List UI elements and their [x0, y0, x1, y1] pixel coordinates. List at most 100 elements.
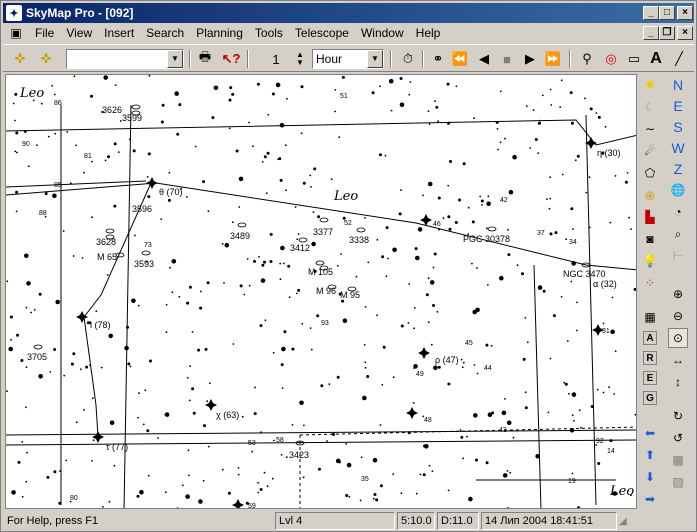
step-back-icon[interactable]: ◀ — [473, 49, 495, 69]
star — [157, 437, 159, 439]
mdi-restore-button[interactable]: ❐ — [659, 26, 675, 40]
document-icon[interactable]: ▣ — [7, 25, 25, 41]
minimize-button[interactable]: _ — [643, 6, 659, 20]
menu-view[interactable]: View — [60, 24, 98, 42]
shape-icon[interactable]: ⬠ — [640, 163, 660, 183]
menu-file[interactable]: File — [29, 24, 60, 42]
menu-telescope[interactable]: Telescope — [289, 24, 355, 42]
star — [554, 231, 558, 235]
resize-grip-icon[interactable]: ◢ — [619, 516, 627, 527]
crosshair-icon[interactable]: ✜ — [9, 49, 31, 69]
globe-icon[interactable]: 🌐 — [668, 180, 688, 200]
fast-rewind-icon[interactable]: ⏪ — [449, 49, 471, 69]
compass-icon[interactable]: ◔ — [668, 202, 688, 222]
context-help-icon[interactable]: ↖? — [220, 49, 242, 69]
stop-icon[interactable]: ■ — [496, 49, 518, 69]
texture-icon[interactable]: ▩ — [668, 450, 688, 470]
menu-help[interactable]: Help — [410, 24, 447, 42]
zoom-in-icon[interactable]: ⊕ — [668, 284, 688, 304]
flip-horizontal-icon[interactable]: ↔ — [668, 350, 688, 370]
arrow-down-icon[interactable]: ⬇ — [640, 467, 660, 487]
star — [614, 350, 617, 353]
find-icon[interactable]: ⌕ — [668, 224, 688, 244]
bar-chart-icon[interactable]: ▙ — [640, 207, 660, 227]
line-tool-icon[interactable]: ╱ — [668, 49, 690, 69]
star — [572, 228, 574, 231]
text-tool-icon[interactable]: A — [645, 49, 667, 69]
color-dots-icon[interactable]: ⁘ — [640, 273, 660, 293]
star — [241, 415, 244, 418]
star — [326, 440, 328, 442]
grid-icon[interactable]: ▦ — [640, 307, 660, 327]
star — [609, 221, 612, 224]
time-unit-select[interactable]: Hour ▼ — [312, 49, 384, 69]
mdi-close-button[interactable]: × — [677, 26, 693, 40]
star — [265, 192, 268, 194]
star — [232, 221, 234, 224]
camera-icon[interactable]: ◙ — [640, 229, 660, 249]
star — [54, 132, 57, 135]
sun-icon[interactable]: ✹ — [640, 75, 660, 95]
star — [75, 144, 78, 147]
direction-north[interactable]: N — [668, 74, 688, 95]
zoom-icon[interactable]: ⊙ — [668, 328, 688, 348]
star — [171, 291, 174, 294]
menu-window[interactable]: Window — [355, 24, 410, 42]
rotate-cw-icon[interactable]: ↻ — [668, 406, 688, 426]
mdi-minimize-button[interactable]: _ — [643, 26, 659, 40]
close-button[interactable]: × — [677, 6, 693, 20]
rotate-ccw-icon[interactable]: ↺ — [668, 428, 688, 448]
hatch-icon[interactable]: ▨ — [668, 472, 688, 492]
star — [371, 91, 375, 95]
zoom-out-icon[interactable]: ⊖ — [668, 306, 688, 326]
letter-r-button[interactable]: R — [643, 351, 657, 365]
direction-zenith[interactable]: Z — [668, 158, 688, 179]
chevron-down-icon[interactable]: ▼ — [367, 50, 383, 68]
title-bar[interactable]: ✦ SkyMap Pro - [092] _ □ × — [3, 3, 694, 23]
galaxy-marker — [141, 250, 151, 256]
arrow-right-icon[interactable]: ➡ — [640, 489, 660, 509]
star — [253, 259, 256, 263]
maximize-button[interactable]: □ — [659, 6, 675, 20]
star — [187, 449, 190, 452]
step-spinner[interactable]: ▲ ▼ — [289, 49, 311, 69]
clock-icon[interactable]: ⏱ — [397, 49, 419, 69]
print-icon[interactable]: 🖶 — [194, 49, 216, 69]
rectangle-icon[interactable]: ▭ — [623, 49, 645, 69]
sky-map[interactable]: Leo Leo Leo 3626 3599 θ (70) 3596 3489 3… — [5, 74, 637, 509]
star — [134, 234, 136, 237]
step-forward-icon[interactable]: ▶ — [519, 49, 541, 69]
letter-a-button[interactable]: A — [643, 331, 657, 345]
sky-chart-canvas[interactable]: Leo Leo Leo 3626 3599 θ (70) 3596 3489 3… — [6, 75, 637, 509]
link-icon[interactable]: ⚭ — [427, 49, 449, 69]
moon-icon[interactable]: ☾ — [640, 97, 660, 117]
letter-e-button[interactable]: E — [643, 371, 657, 385]
comet-icon[interactable]: ☄ — [640, 141, 660, 161]
direction-west[interactable]: W — [668, 137, 688, 158]
menu-planning[interactable]: Planning — [190, 24, 249, 42]
arrow-up-icon[interactable]: ⬆ — [640, 445, 660, 465]
fast-forward-icon[interactable]: ⏩ — [542, 49, 564, 69]
spiral-icon[interactable]: ֍ — [640, 185, 660, 205]
arrow-left-icon[interactable]: ⬅ — [640, 423, 660, 443]
menu-tools[interactable]: Tools — [249, 24, 289, 42]
menu-insert[interactable]: Insert — [98, 24, 140, 42]
star — [454, 221, 458, 224]
wave-icon[interactable]: ∼ — [640, 119, 660, 139]
target-icon[interactable]: ◎ — [600, 49, 622, 69]
crosshair-alt-icon[interactable]: ✜ — [35, 49, 57, 69]
object-search-combo[interactable]: ▼ — [66, 49, 184, 69]
letter-g-button[interactable]: G — [643, 391, 657, 405]
bulb-icon[interactable]: 💡 — [640, 251, 660, 271]
star — [198, 499, 203, 504]
scroll-handle-icon[interactable]: ⊢ — [668, 246, 688, 266]
ra-readout: 5:10.0 — [397, 512, 435, 530]
menu-search[interactable]: Search — [140, 24, 190, 42]
galaxy-marker — [315, 260, 325, 266]
telescope-icon[interactable]: ⚲ — [576, 49, 598, 69]
direction-south[interactable]: S — [668, 116, 688, 137]
direction-east[interactable]: E — [668, 95, 688, 116]
chevron-down-icon[interactable]: ▼ — [167, 50, 183, 68]
star — [341, 75, 345, 79]
flip-vertical-icon[interactable]: ↕ — [668, 372, 688, 392]
